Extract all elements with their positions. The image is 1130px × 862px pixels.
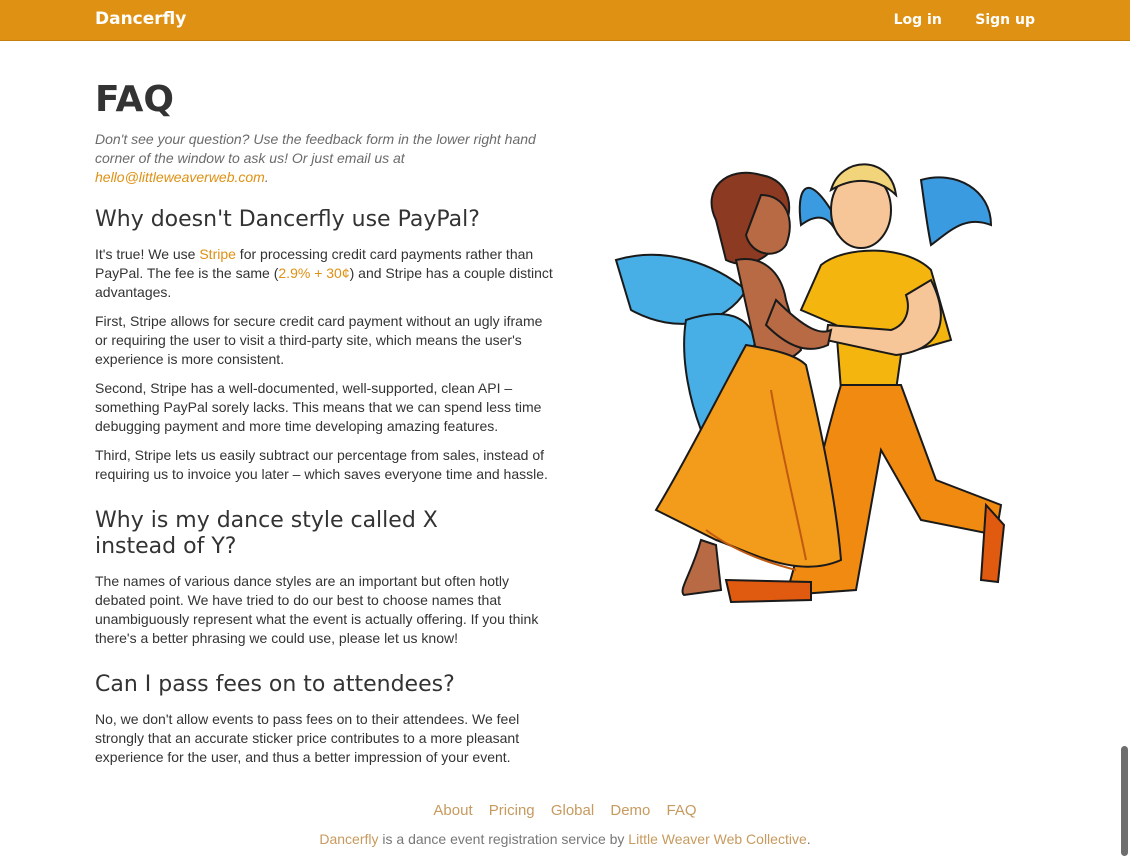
footer-link-global[interactable]: Global bbox=[551, 802, 594, 819]
nav-links: Log in Sign up bbox=[865, 11, 1035, 29]
faq-paypal-paragraph-1: It's true! We use Stripe for processing … bbox=[95, 245, 555, 302]
footer-note: Dancerfly is a dance event registration … bbox=[0, 831, 1130, 847]
dancers-illustration bbox=[606, 150, 1016, 620]
faq-fees-paragraph: No, we don't allow events to pass fees o… bbox=[95, 711, 520, 765]
main-content: FAQ Don't see your question? Use the fee… bbox=[95, 78, 555, 781]
signup-link[interactable]: Sign up bbox=[975, 12, 1035, 28]
faq-fees: Can I pass fees on to attendees? No, we … bbox=[95, 662, 555, 767]
email-link[interactable]: hello@littleweaverweb.com bbox=[95, 169, 265, 185]
faq-dance-style-paragraph: The names of various dance styles are an… bbox=[95, 573, 539, 646]
brand-logo-link[interactable]: Dancerfly bbox=[95, 9, 186, 29]
footer-links: About Pricing Global Demo FAQ bbox=[0, 802, 1130, 819]
page-title: FAQ bbox=[95, 79, 174, 120]
faq-question-fees: Can I pass fees on to attendees? bbox=[95, 672, 455, 697]
footer-collective-link[interactable]: Little Weaver Web Collective bbox=[628, 831, 806, 847]
text-fragment: It's true! We use bbox=[95, 246, 200, 262]
login-link[interactable]: Log in bbox=[894, 12, 942, 28]
faq-question-paypal: Why doesn't Dancerfly use PayPal? bbox=[95, 207, 480, 232]
stripe-link[interactable]: Stripe bbox=[199, 246, 236, 262]
footer-link-demo[interactable]: Demo bbox=[610, 802, 650, 819]
footer-note-end: . bbox=[806, 831, 811, 847]
faq-paypal-paragraph-2: First, Stripe allows for secure credit c… bbox=[95, 313, 543, 367]
dancing-couple-image bbox=[614, 163, 1006, 604]
footer-link-about[interactable]: About bbox=[433, 802, 472, 819]
top-navbar: Dancerfly Log in Sign up bbox=[0, 0, 1130, 41]
footer-link-pricing[interactable]: Pricing bbox=[489, 802, 535, 819]
footer-note-text: is a dance event registration service by bbox=[378, 831, 629, 847]
fee-link[interactable]: 2.9% + 30¢ bbox=[278, 265, 349, 281]
intro-lead: Don't see your question? Use the feedbac… bbox=[95, 130, 555, 187]
page-scrollbar[interactable] bbox=[1121, 746, 1128, 856]
lead-end: . bbox=[264, 169, 269, 185]
faq-question-dance-style: Why is my dance style called X instead o… bbox=[95, 508, 438, 559]
footer-link-faq[interactable]: FAQ bbox=[667, 802, 697, 819]
faq-dance-style: Why is my dance style called X instead o… bbox=[95, 498, 555, 648]
faq-paypal-paragraph-4: Third, Stripe lets us easily subtract ou… bbox=[95, 447, 548, 482]
faq-paypal-paragraph-3: Second, Stripe has a well-documented, we… bbox=[95, 380, 542, 434]
faq-paypal: Why doesn't Dancerfly use PayPal? It's t… bbox=[95, 207, 555, 484]
lead-text: Don't see your question? Use the feedbac… bbox=[95, 131, 536, 166]
footer-brand-link[interactable]: Dancerfly bbox=[319, 831, 378, 847]
